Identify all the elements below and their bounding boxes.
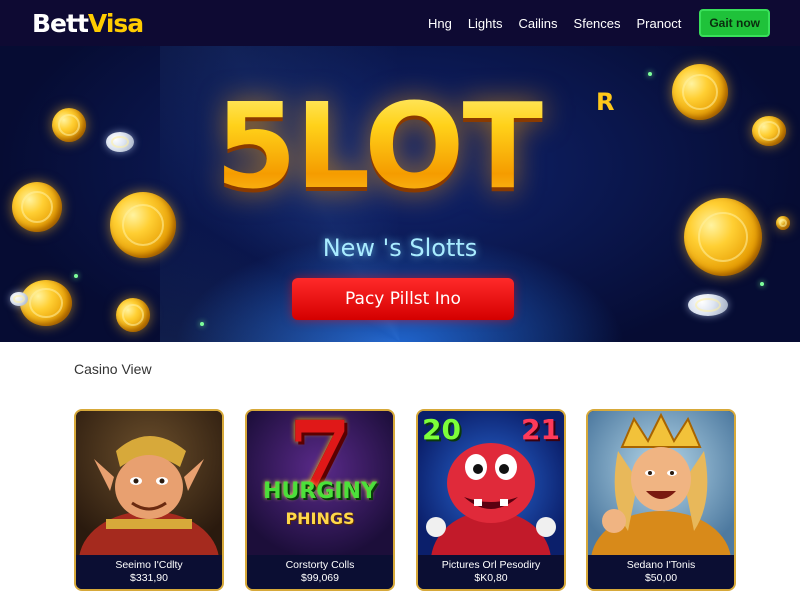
logo-text-part2: Visa (87, 8, 144, 38)
gold-coin-icon (672, 64, 728, 120)
game-card-price: $K0,80 (474, 572, 508, 584)
gold-coin-icon (52, 108, 86, 142)
gold-coin-icon (116, 298, 150, 332)
lucky-seven-illustration: 7 HURGINY PHINGS (247, 411, 393, 555)
sparkle-icon (74, 274, 78, 278)
card-art-headline: HURGINY (263, 479, 377, 504)
game-card-price: $50,00 (644, 572, 678, 584)
gold-coin-icon (752, 116, 786, 146)
game-card-footer: Seeimo I'Cdlty $331,90 (76, 555, 222, 589)
sparkle-icon (648, 72, 652, 76)
get-now-button[interactable]: Gait now (699, 9, 770, 37)
jester-character-illustration (76, 411, 222, 555)
nav-link-2[interactable]: Lights (468, 16, 503, 31)
nav-links: Hng Lights Cailins Sfences Pranoct Gait … (428, 9, 770, 37)
hero-subtitle: New 's Slotts (322, 234, 478, 262)
hero-title: 5LOT (168, 76, 588, 216)
game-card-footer: Pictures Orl Pesodiry $K0,80 (418, 555, 564, 589)
brand-logo[interactable]: Bett Visa (32, 8, 144, 38)
game-card-title: Seeimo I'Cdlty (115, 559, 183, 571)
hero-title-superscript: R (596, 88, 615, 116)
golden-king-character-illustration (588, 411, 734, 555)
card-art-number-right: 21 (521, 413, 560, 446)
gold-coin-icon (12, 182, 62, 232)
silver-coin-icon (106, 132, 134, 152)
gold-coin-icon (20, 280, 72, 326)
sparkle-icon (760, 282, 764, 286)
red-monster-character-illustration: 20 21 (418, 411, 564, 555)
game-card-footer: Corstorty Colls $99,069 (247, 555, 393, 589)
sparkle-icon (200, 322, 204, 326)
game-card-1[interactable]: Seeimo I'Cdlty $331,90 (74, 409, 224, 591)
silver-coin-icon (688, 294, 728, 316)
game-cards: Seeimo I'Cdlty $331,90 7 HURGINY PHINGS … (74, 409, 738, 591)
hero-banner: 5LOT R New 's Slotts Pacy Pillst Ino (0, 46, 800, 342)
game-card-4[interactable]: Sedano I'Tonis $50,00 (586, 409, 736, 591)
nav-link-1[interactable]: Hng (428, 16, 452, 31)
card-art-subline: PHINGS (285, 509, 355, 528)
nav-link-4[interactable]: Sfences (574, 16, 621, 31)
game-card-title: Sedano I'Tonis (626, 559, 696, 571)
nav-link-3[interactable]: Cailins (519, 16, 558, 31)
game-card-footer: Sedano I'Tonis $50,00 (588, 555, 734, 589)
logo-text-part1: Bett (32, 8, 89, 38)
game-card-2[interactable]: 7 HURGINY PHINGS Corstorty Colls $99,069 (245, 409, 395, 591)
silver-coin-icon (10, 292, 28, 306)
game-card-price: $99,069 (301, 572, 339, 584)
top-nav: Bett Visa Hng Lights Cailins Sfences Pran… (0, 0, 800, 46)
gold-coin-icon (776, 216, 790, 230)
hero-play-button[interactable]: Pacy Pillst Ino (292, 278, 514, 320)
card-art-number-left: 20 (422, 413, 461, 446)
game-card-title: Pictures Orl Pesodiry (441, 559, 541, 571)
section-title: Casino View (74, 361, 152, 377)
nav-link-5[interactable]: Pranoct (637, 16, 682, 31)
game-card-price: $331,90 (130, 572, 168, 584)
game-card-title: Corstorty Colls (285, 559, 355, 571)
game-card-3[interactable]: 20 21 Pictures Orl Pesodiry $K0,80 (416, 409, 566, 591)
